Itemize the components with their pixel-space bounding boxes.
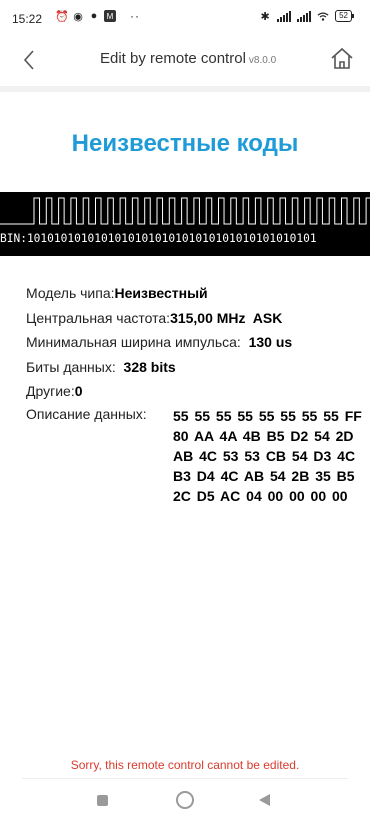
- data-description-label: Описание данных:: [26, 405, 147, 422]
- recent-apps-icon[interactable]: [97, 795, 108, 806]
- notification-icons: ⏰ ◉ ● M: [55, 10, 116, 23]
- signal-icon-2: [297, 10, 312, 22]
- header-divider: [0, 86, 370, 92]
- other-value: 0: [74, 383, 83, 399]
- pulse-width-row: Минимальная ширина импульса: 130 us: [26, 332, 370, 357]
- data-bits-row: Биты данных: 328 bits: [26, 357, 370, 382]
- more-notifications-dots: ··: [130, 9, 140, 23]
- chip-model-value: Неизвестный: [114, 285, 208, 301]
- alarm-icon: ⏰: [55, 10, 69, 23]
- app-header: Edit by remote control v8.0.0: [0, 40, 370, 86]
- battery-icon: 52: [335, 10, 354, 22]
- data-bits-value: 328 bits: [123, 358, 176, 375]
- other-label: Другие:: [26, 383, 75, 399]
- frequency-row: Центральная частота:315,00 MHz ASK: [26, 308, 370, 333]
- back-nav-icon[interactable]: [259, 794, 270, 806]
- pulse-width-value: 130 us: [248, 334, 293, 350]
- data-bits-label: Биты данных:: [26, 358, 116, 375]
- wifi-icon: [317, 10, 329, 22]
- waveform-line: [0, 197, 370, 225]
- waveform-graph: [0, 197, 370, 225]
- home-icon[interactable]: [328, 44, 356, 72]
- code-info: Модель чипа:Неизвестный Центральная част…: [26, 283, 370, 506]
- frequency-value: 315,00 MHz ASK: [170, 309, 283, 326]
- data-description-value: 55 55 55 55 55 55 55 55 FF 80 AA 4A 4B B…: [173, 407, 362, 504]
- system-navigation-bar: [0, 782, 370, 822]
- chip-model-label: Модель чипа:: [26, 285, 115, 301]
- chat-icon: ●: [90, 10, 98, 22]
- back-arrow-icon[interactable]: [18, 46, 42, 74]
- status-time: 15:22: [12, 12, 43, 26]
- header-title: Edit by remote control: [100, 50, 246, 67]
- frequency-label: Центральная частота:: [26, 309, 171, 326]
- page-title: Неизвестные коды: [71, 130, 299, 157]
- binary-code: BIN:101010101010101010101010101010101010…: [0, 232, 317, 245]
- status-bar: 15:22 ⏰ ◉ ● M ·· ✱ 52: [0, 0, 370, 40]
- app-version: v8.0.0: [248, 55, 277, 66]
- bluetooth-icon: ✱: [260, 10, 270, 23]
- whatsapp-icon: ◉: [73, 10, 83, 23]
- other-row: Другие:0: [26, 381, 370, 406]
- pulse-width-label: Минимальная ширина импульса:: [26, 334, 241, 350]
- error-message: Sorry, this remote control cannot be edi…: [70, 758, 300, 772]
- header-title-wrap: Edit by remote control v8.0.0: [100, 50, 276, 67]
- bottom-divider: [22, 778, 348, 779]
- home-nav-icon[interactable]: [176, 791, 194, 809]
- app-notification-icon: M: [104, 10, 116, 22]
- signal-icon: [277, 10, 292, 22]
- chip-model-row: Модель чипа:Неизвестный: [26, 283, 370, 308]
- signal-waveform: BIN:101010101010101010101010101010101010…: [0, 192, 370, 256]
- system-icons: ✱ 52: [259, 10, 354, 23]
- data-description-row: Описание данных: 55 55 55 55 55 55 55 55…: [26, 406, 370, 506]
